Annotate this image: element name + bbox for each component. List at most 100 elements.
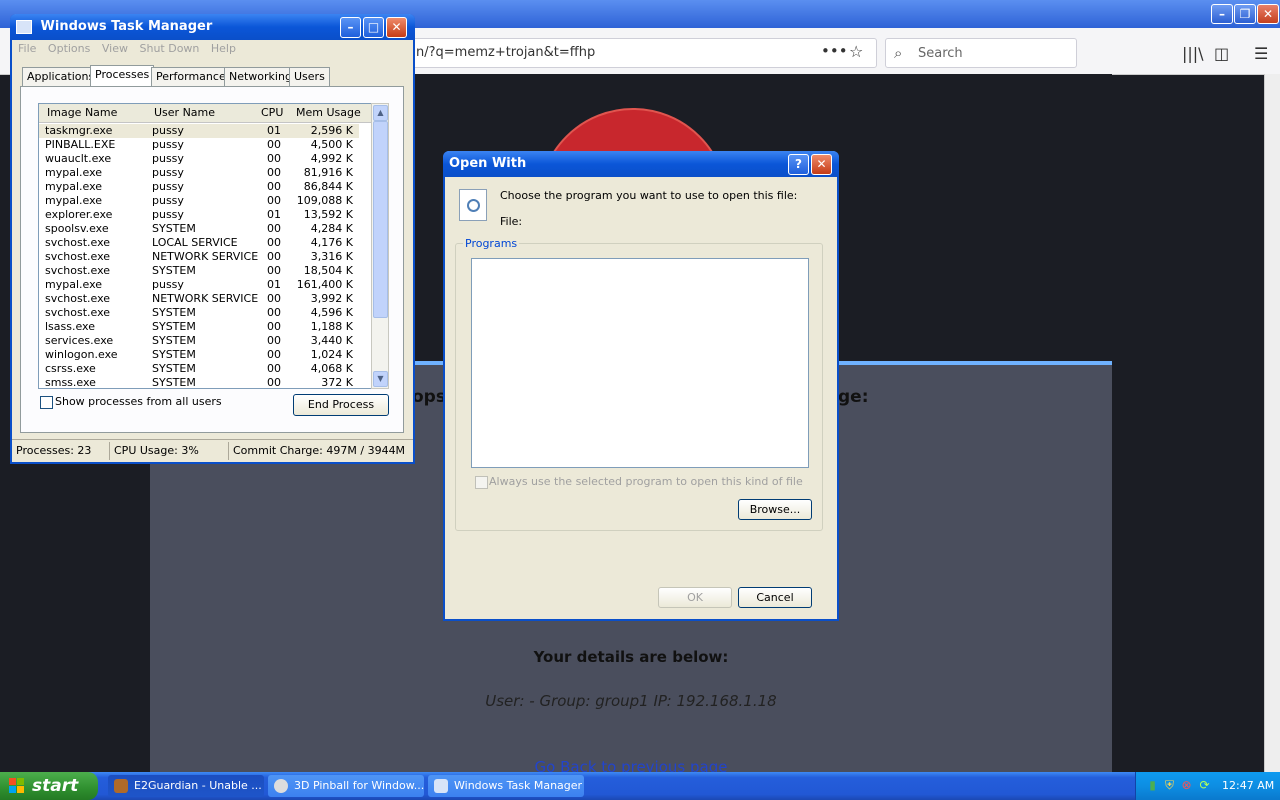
cell-mem-usage: 4,068 K	[310, 362, 353, 375]
programs-list[interactable]	[471, 258, 809, 468]
cell-image-name: smss.exe	[45, 376, 96, 389]
browser-maximize-button[interactable]: ❐	[1234, 4, 1256, 24]
search-placeholder: Search	[918, 46, 963, 61]
cell-mem-usage: 372 K	[321, 376, 353, 389]
cancel-button[interactable]: Cancel	[738, 587, 812, 608]
taskbar-button-browser[interactable]: E2Guardian - Unable ...	[108, 775, 264, 797]
table-row[interactable]: mypal.exe pussy 00 86,844 K	[39, 180, 359, 194]
task-manager-icon	[16, 19, 32, 34]
cell-mem-usage: 109,088 K	[296, 194, 353, 207]
cell-image-name: mypal.exe	[45, 166, 103, 179]
tm-menubar: File Options View Shut Down Help	[18, 42, 244, 55]
table-row[interactable]: wuauclt.exe pussy 00 4,992 K	[39, 152, 359, 166]
task-manager-window: Windows Task Manager – □ ✕ File Options …	[10, 14, 415, 464]
network-icon[interactable]: ▮	[1146, 778, 1159, 792]
show-all-users-checkbox[interactable]	[40, 396, 53, 409]
tab-processes[interactable]: Processes	[90, 65, 155, 87]
open-with-close-button[interactable]: ✕	[811, 154, 832, 175]
table-row[interactable]: mypal.exe pussy 00 81,916 K	[39, 166, 359, 180]
choose-program-prompt: Choose the program you want to use to op…	[500, 189, 798, 202]
sidebar-icon[interactable]: ◫	[1214, 44, 1229, 63]
tab-users[interactable]: Users	[289, 67, 330, 86]
cell-image-name: taskmgr.exe	[45, 124, 113, 137]
cell-mem-usage: 4,500 K	[310, 138, 353, 151]
open-with-titlebar[interactable]: Open With ? ✕	[443, 151, 839, 177]
scroll-thumb[interactable]	[373, 121, 388, 318]
security-shield-icon[interactable]: ⛨	[1163, 778, 1176, 792]
browser-scrollbar[interactable]	[1264, 74, 1280, 772]
cell-image-name: svchost.exe	[45, 264, 111, 277]
menu-file[interactable]: File	[18, 42, 36, 55]
tab-applications[interactable]: Applications	[22, 67, 100, 86]
tm-minimize-button[interactable]: –	[340, 17, 361, 38]
menu-options[interactable]: Options	[48, 42, 90, 55]
page-actions-icon[interactable]: •••	[821, 42, 848, 60]
start-button[interactable]: start	[0, 772, 98, 800]
tm-maximize-button[interactable]: □	[363, 17, 384, 38]
process-list-scrollbar[interactable]: ▲ ▼	[371, 103, 389, 389]
task-manager-titlebar[interactable]: Windows Task Manager – □ ✕	[10, 14, 415, 40]
scroll-up-icon[interactable]: ▲	[373, 105, 388, 121]
cell-mem-usage: 2,596 K	[310, 124, 353, 137]
browse-button[interactable]: Browse...	[738, 499, 812, 520]
ok-button[interactable]: OK	[658, 587, 732, 608]
table-row[interactable]: taskmgr.exe pussy 01 2,596 K	[39, 124, 359, 138]
table-row[interactable]: explorer.exe pussy 01 13,592 K	[39, 208, 359, 222]
menu-icon[interactable]: ☰	[1254, 44, 1268, 63]
process-list[interactable]: Image Name User Name CPU Mem Usage taskm…	[38, 103, 374, 389]
tm-close-button[interactable]: ✕	[386, 17, 407, 38]
table-row[interactable]: smss.exe SYSTEM 00 372 K	[39, 376, 359, 389]
browser-minimize-button[interactable]: –	[1211, 4, 1233, 24]
browser-close-button[interactable]: ✕	[1257, 4, 1279, 24]
table-row[interactable]: svchost.exe NETWORK SERVICE 00 3,992 K	[39, 292, 359, 306]
update-icon[interactable]: ⟳	[1198, 778, 1211, 792]
taskbar-button-pinball[interactable]: 3D Pinball for Window...	[268, 775, 424, 797]
table-row[interactable]: svchost.exe SYSTEM 00 18,504 K	[39, 264, 359, 278]
windows-logo-icon	[9, 778, 25, 794]
table-row[interactable]: csrss.exe SYSTEM 00 4,068 K	[39, 362, 359, 376]
tab-networking[interactable]: Networking	[224, 67, 297, 86]
table-row[interactable]: svchost.exe SYSTEM 00 4,596 K	[39, 306, 359, 320]
cell-mem-usage: 4,992 K	[310, 152, 353, 165]
table-row[interactable]: mypal.exe pussy 00 109,088 K	[39, 194, 359, 208]
menu-shut-down[interactable]: Shut Down	[139, 42, 199, 55]
help-button[interactable]: ?	[788, 154, 809, 175]
cell-image-name: mypal.exe	[45, 180, 103, 193]
col-user-name[interactable]: User Name	[154, 106, 215, 119]
taskbar-button-task-manager[interactable]: Windows Task Manager	[428, 775, 584, 797]
cell-user-name: SYSTEM	[152, 222, 196, 235]
table-row[interactable]: svchost.exe NETWORK SERVICE 00 3,316 K	[39, 250, 359, 264]
cell-cpu: 00	[267, 180, 281, 193]
cell-cpu: 00	[267, 152, 281, 165]
library-icon[interactable]: |||\	[1182, 44, 1204, 63]
tab-performance[interactable]: Performance	[151, 67, 231, 86]
search-input[interactable]: ⌕ Search	[885, 38, 1077, 68]
table-row[interactable]: spoolsv.exe SYSTEM 00 4,284 K	[39, 222, 359, 236]
col-image-name[interactable]: Image Name	[47, 106, 117, 119]
cell-user-name: pussy	[152, 208, 184, 221]
table-row[interactable]: PINBALL.EXE pussy 00 4,500 K	[39, 138, 359, 152]
cell-image-name: PINBALL.EXE	[45, 138, 116, 151]
cell-image-name: svchost.exe	[45, 292, 111, 305]
cell-image-name: svchost.exe	[45, 236, 111, 249]
table-row[interactable]: lsass.exe SYSTEM 00 1,188 K	[39, 320, 359, 334]
table-row[interactable]: services.exe SYSTEM 00 3,440 K	[39, 334, 359, 348]
col-mem-usage[interactable]: Mem Usage	[296, 106, 361, 119]
cell-user-name: LOCAL SERVICE	[152, 236, 238, 249]
cell-cpu: 01	[267, 278, 281, 291]
always-use-checkbox[interactable]	[475, 476, 488, 489]
table-row[interactable]: winlogon.exe SYSTEM 00 1,024 K	[39, 348, 359, 362]
cell-cpu: 00	[267, 376, 281, 389]
table-row[interactable]: svchost.exe LOCAL SERVICE 00 4,176 K	[39, 236, 359, 250]
cell-cpu: 00	[267, 320, 281, 333]
cell-cpu: 00	[267, 292, 281, 305]
scroll-down-icon[interactable]: ▼	[373, 371, 388, 387]
menu-help[interactable]: Help	[211, 42, 236, 55]
end-process-button[interactable]: End Process	[293, 394, 389, 416]
security-alert-icon[interactable]: ⊗	[1180, 778, 1193, 792]
menu-view[interactable]: View	[102, 42, 128, 55]
col-cpu[interactable]: CPU	[261, 106, 283, 119]
table-row[interactable]: mypal.exe pussy 01 161,400 K	[39, 278, 359, 292]
cell-mem-usage: 13,592 K	[303, 208, 353, 221]
bookmark-star-icon[interactable]: ☆	[849, 42, 863, 61]
